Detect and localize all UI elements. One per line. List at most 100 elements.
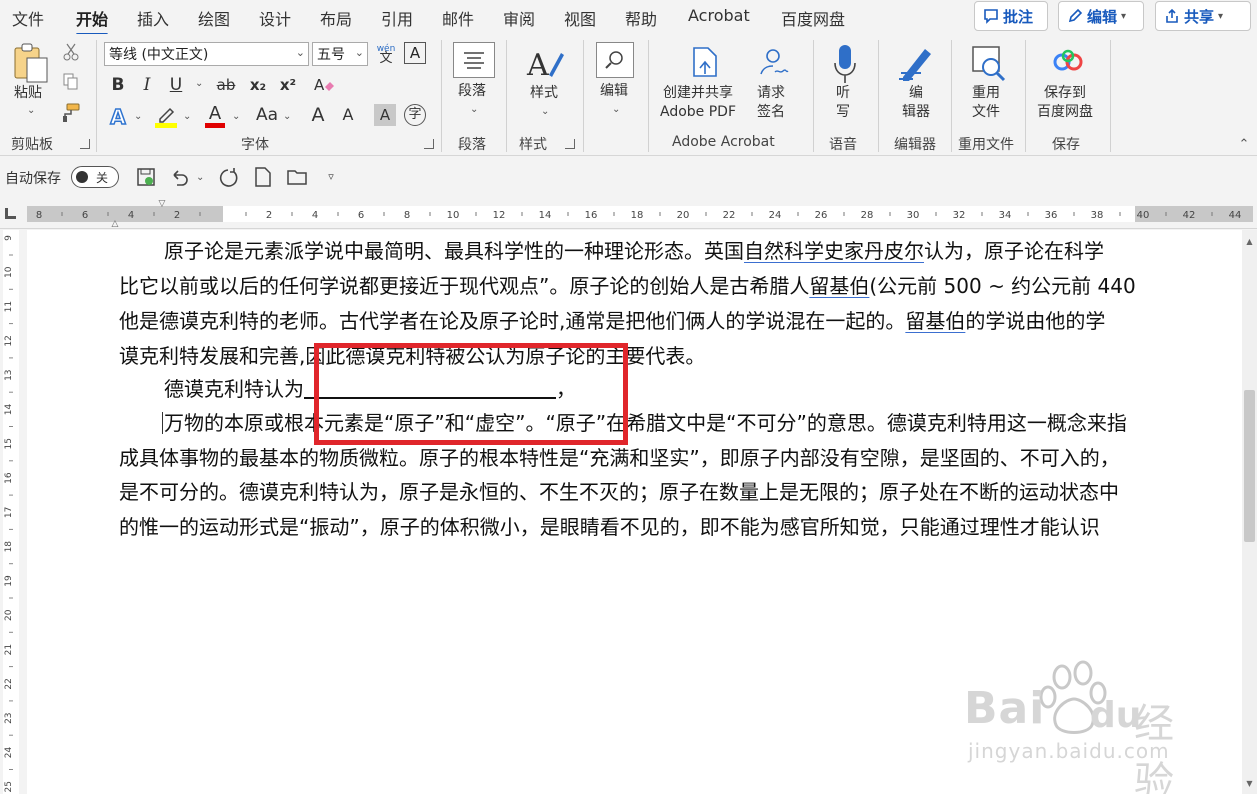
scroll-down-icon[interactable]: ▼ (1244, 778, 1255, 788)
paragraph-3-line-2[interactable]: 成具体事物的最基本的物质微粒。原子的根本特性是“充满和坚实”，即原子内部没有空隙… (119, 441, 1120, 475)
tab-help[interactable]: 帮助 (625, 6, 657, 30)
chevron-down-icon[interactable]: ⌄ (232, 111, 240, 122)
paragraph-1-line-2[interactable]: 比它以前或以后的任何学说都更接近于现代观点”。原子论的创始人是古希腊人留基伯(公… (119, 269, 1136, 303)
styles-button[interactable]: 样式 (530, 84, 558, 103)
strikethrough-button[interactable]: ab (214, 72, 238, 98)
tab-baidu-netdisk[interactable]: 百度网盘 (781, 6, 845, 30)
save-icon[interactable] (135, 166, 157, 188)
font-size-select[interactable]: 五号 ⌄ (312, 42, 368, 66)
share-button[interactable]: 共享 ▾ (1155, 1, 1251, 31)
new-document-icon[interactable] (253, 166, 273, 188)
font-launcher[interactable] (424, 139, 434, 149)
create-pdf-icon[interactable] (690, 44, 720, 80)
scrollbar-thumb[interactable] (1244, 390, 1255, 542)
chevron-down-icon[interactable]: ⌄ (183, 111, 191, 122)
subscript-button[interactable]: x₂ (246, 72, 270, 98)
cut-icon[interactable] (62, 42, 80, 62)
editor-button[interactable]: 编 辑器 (902, 84, 930, 122)
tab-selector-icon[interactable] (5, 208, 16, 219)
underline-button[interactable]: U (164, 72, 188, 98)
tab-draw[interactable]: 绘图 (198, 6, 230, 30)
tab-view[interactable]: 视图 (564, 6, 596, 30)
request-signature-icon[interactable] (756, 46, 790, 80)
tab-mailings[interactable]: 邮件 (442, 6, 474, 30)
request-signature-button[interactable]: 请求 签名 (757, 84, 785, 122)
tab-review[interactable]: 审阅 (503, 6, 535, 30)
paragraph-1-line-3[interactable]: 他是德谟克利特的老师。古代学者在论及原子论时,通常是把他们俩人的学说混在一起的。… (119, 304, 1105, 338)
autosave-toggle[interactable]: 关 (71, 166, 119, 188)
chevron-down-icon[interactable]: ⌄ (470, 104, 478, 115)
superscript-button[interactable]: x² (276, 72, 300, 98)
bold-button[interactable]: B (106, 72, 130, 98)
tab-insert[interactable]: 插入 (137, 6, 169, 30)
reuse-group-label: 重用文件 (958, 137, 1014, 153)
editing-mode-button[interactable]: 编辑 ▾ (1058, 1, 1144, 31)
horizontal-ruler[interactable]: 8 6 4 2 2 4 6 8 10 12 14 16 18 20 22 24 26 28 30 32 34 36 38 40… (27, 206, 1253, 222)
create-pdf-button[interactable]: 创建并共享 Adobe PDF (660, 84, 736, 122)
tab-file[interactable]: 文件 (12, 6, 44, 30)
tab-design[interactable]: 设计 (259, 6, 291, 30)
save-to-baidu-button[interactable]: 保存到 百度网盘 (1037, 84, 1093, 122)
separator (1025, 40, 1026, 152)
microphone-icon[interactable] (831, 42, 859, 86)
enclose-characters-button[interactable]: 字 (404, 104, 426, 126)
horizontal-ruler-row: 8 6 4 2 2 4 6 8 10 12 14 16 18 20 22 24 26 28 30 32 34 36 38 40… (0, 199, 1257, 229)
paragraph-icon[interactable] (453, 42, 495, 78)
grow-font-button[interactable]: A (306, 102, 330, 128)
clear-formatting-icon[interactable]: A (312, 74, 336, 96)
chevron-down-icon[interactable]: ⌄ (196, 172, 204, 183)
format-painter-icon[interactable] (60, 102, 82, 124)
search-icon[interactable] (596, 42, 634, 78)
paragraph-3-line-3[interactable]: 是不可分的。德谟克利特认为，原子是永恒的、不生不灭的；原子在数量上是无限的；原子… (119, 475, 1119, 509)
text-effects-icon[interactable]: A (106, 104, 130, 130)
character-border-icon[interactable]: A (404, 42, 426, 64)
reuse-files-button[interactable]: 重用 文件 (972, 84, 1000, 122)
tab-acrobat[interactable]: Acrobat (688, 6, 750, 25)
chevron-down-icon[interactable]: ⌄ (612, 104, 620, 115)
styles-icon[interactable]: A (524, 44, 566, 86)
tab-home[interactable]: 开始 (76, 6, 109, 36)
paragraph-3-line-1[interactable]: 万物的本原或根本元素是“原子”和“虚空”。“原子”在希腊文中是“不可分”的意思。… (164, 406, 1127, 440)
font-name-select[interactable]: 等线 (中文正文) ⌄ (104, 42, 309, 66)
phonetic-guide-icon[interactable]: wén 文 (374, 40, 398, 68)
customize-toolbar-icon[interactable]: ▿ (324, 169, 338, 183)
chevron-down-icon[interactable]: ⌄ (541, 106, 549, 117)
character-shading-button[interactable]: A (374, 104, 396, 126)
copy-icon[interactable] (62, 72, 80, 92)
paragraph-button[interactable]: 段落 (458, 82, 486, 101)
vertical-scrollbar[interactable]: ▲ ▼ (1242, 230, 1257, 794)
editing-button[interactable]: 编辑 (600, 82, 628, 101)
ruler-label: 20 (677, 210, 690, 221)
tab-references[interactable]: 引用 (381, 6, 413, 30)
collapse-ribbon-icon[interactable]: ⌃ (1236, 137, 1252, 152)
highlight-icon[interactable] (154, 102, 178, 130)
chevron-down-icon[interactable]: ⌄ (283, 111, 291, 122)
tab-layout[interactable]: 布局 (320, 6, 352, 30)
dictate-button[interactable]: 听 写 (836, 84, 850, 122)
hanging-indent-marker[interactable]: △ (109, 219, 121, 229)
open-folder-icon[interactable] (286, 166, 310, 188)
comments-button[interactable]: 批注 (974, 1, 1048, 31)
paste-icon[interactable] (10, 42, 52, 86)
chevron-down-icon[interactable]: ⌄ (134, 111, 142, 122)
chevron-down-icon[interactable]: ⌄ (195, 78, 203, 89)
change-case-button[interactable]: Aa (252, 102, 282, 128)
paragraph-1-line-1[interactable]: 原子论是元素派学说中最简明、最具科学性的一种理论形态。英国自然科学史家丹皮尔认为… (164, 234, 1104, 268)
undo-icon[interactable] (168, 166, 190, 188)
paste-label[interactable]: 粘贴 (14, 84, 42, 103)
first-line-indent-marker[interactable]: ▽ (156, 199, 168, 209)
scroll-up-icon[interactable]: ▲ (1244, 236, 1255, 246)
vertical-ruler[interactable]: 9 10 11 12 13 14 15 16 17 18 19 20 21 22 23 24 25 (3, 230, 19, 794)
italic-button[interactable]: I (135, 72, 159, 98)
reuse-files-icon[interactable] (968, 44, 1008, 84)
clipboard-launcher[interactable] (80, 139, 90, 149)
chevron-down-icon[interactable]: ⌄ (27, 105, 35, 116)
styles-launcher[interactable] (565, 139, 575, 149)
editor-icon[interactable] (896, 42, 938, 84)
ruler-label: 42 (1183, 210, 1196, 221)
shrink-font-button[interactable]: A (336, 102, 360, 128)
baidu-netdisk-icon[interactable] (1050, 46, 1086, 78)
paragraph-3-line-4[interactable]: 的惟一的运动形式是“振动”，原子的体积微小，是眼睛看不见的，即不能为感官所知觉，… (119, 510, 1100, 544)
redo-icon[interactable] (217, 166, 239, 188)
font-color-icon[interactable]: A (203, 102, 227, 130)
